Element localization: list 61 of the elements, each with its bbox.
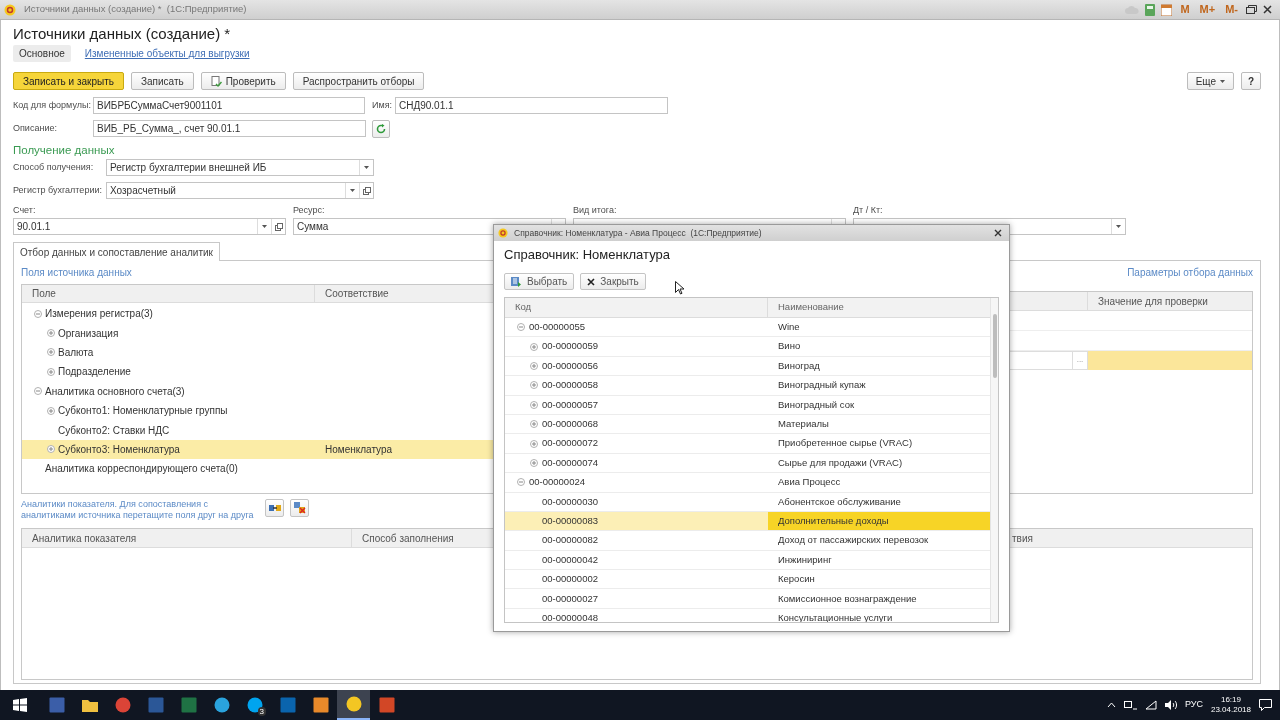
field-label: Вид итога:: [573, 204, 618, 217]
notification-badge: 3: [257, 707, 266, 716]
name-cell: Виноградный купаж: [778, 378, 866, 393]
hint-text: Аналитики показателя. Для сопоставления с аналитиками источника перетащите поля друг на друга: [21, 499, 255, 521]
tree-item-label: Организация: [58, 326, 119, 341]
code-cell: 00-00000027: [542, 591, 598, 606]
column-header: Наименование: [777, 300, 845, 315]
name-cell: Виноградный сок: [778, 397, 855, 412]
column-header: Соответствие: [324, 287, 390, 301]
name-cell: Вино: [778, 339, 801, 354]
field-label: Способ получения:: [13, 160, 95, 174]
code-cell: 00-00000048: [542, 610, 598, 622]
column-header: твия: [1012, 531, 1033, 546]
column-header: Код: [505, 298, 768, 317]
code-cell: 00-00000055: [529, 320, 585, 335]
name-cell-text: Дополнительные доходы: [778, 513, 889, 528]
window-title: Источники данных (создание) * (1С:Предприятие): [24, 2, 247, 17]
clock-date: 23.04.2018: [1210, 705, 1251, 715]
name-cell-text: Сырье для продажи (VRAC): [778, 455, 903, 470]
column-header: Поле: [22, 285, 315, 302]
match-cell-text: Номенклатура: [324, 442, 394, 457]
code-cell: 00-00000024: [529, 475, 585, 490]
code-cell-text: 00-00000056: [542, 358, 598, 373]
name-cell: Керосин: [778, 572, 815, 587]
tree-item-label: Измерения регистра(3): [45, 307, 153, 322]
name-cell-text: Виноград: [778, 358, 820, 373]
field-label: Счет:: [13, 204, 37, 217]
code-cell: 00-00000082: [542, 533, 598, 548]
column-header: Аналитика показателя: [22, 529, 352, 547]
tree-item-label: Субконто1: Номенклатурные группы: [58, 404, 228, 419]
name-cell: Комиссионное вознаграждение: [778, 591, 917, 606]
name-cell: Wine: [778, 320, 800, 335]
tree-item-label: Субконто3: Номенклатура: [58, 442, 180, 457]
name-cell-text: Материалы: [778, 417, 829, 431]
name-cell: Приобретенное сырье (VRAC): [778, 436, 913, 451]
field-label: Код для формулы:: [13, 98, 92, 112]
code-cell-text: 00-00000068: [542, 417, 598, 431]
field-label: Ресурс:: [293, 204, 326, 217]
name-cell: Авиа Процесс: [778, 475, 841, 490]
dialog-heading: Справочник: Номенклатура: [504, 246, 671, 264]
code-cell: 00-00000002: [542, 572, 598, 587]
code-cell-text: 00-00000083: [542, 513, 598, 528]
code-cell: 00-00000030: [542, 494, 598, 509]
name-cell: Абонентское обслуживание: [778, 494, 901, 509]
field-label: Регистр бухгалтерии:: [13, 183, 103, 197]
form-title: Источники данных (создание) *: [13, 24, 232, 44]
name-cell: Инжиниринг: [778, 552, 832, 567]
code-cell: 00-00000058: [542, 378, 598, 393]
code-cell: 00-00000042: [542, 552, 598, 567]
tree-item-label: Аналитика основного счета(3): [45, 384, 185, 399]
field-label: Описание:: [13, 121, 58, 135]
code-cell: 00-00000057: [542, 397, 598, 412]
field-label: Имя:: [372, 98, 394, 112]
tree-item-label: Подразделение: [58, 365, 131, 380]
column-header: Значение для проверки: [1097, 294, 1209, 309]
clock-time: 16:19: [1220, 695, 1241, 705]
code-cell: 00-00000059: [542, 339, 598, 354]
name-cell: Консультационные услуги: [778, 610, 893, 622]
tree-item-label: Валюта: [58, 345, 94, 360]
section-title: Получение данных: [13, 143, 116, 158]
field-label: Дт / Кт:: [853, 204, 884, 217]
